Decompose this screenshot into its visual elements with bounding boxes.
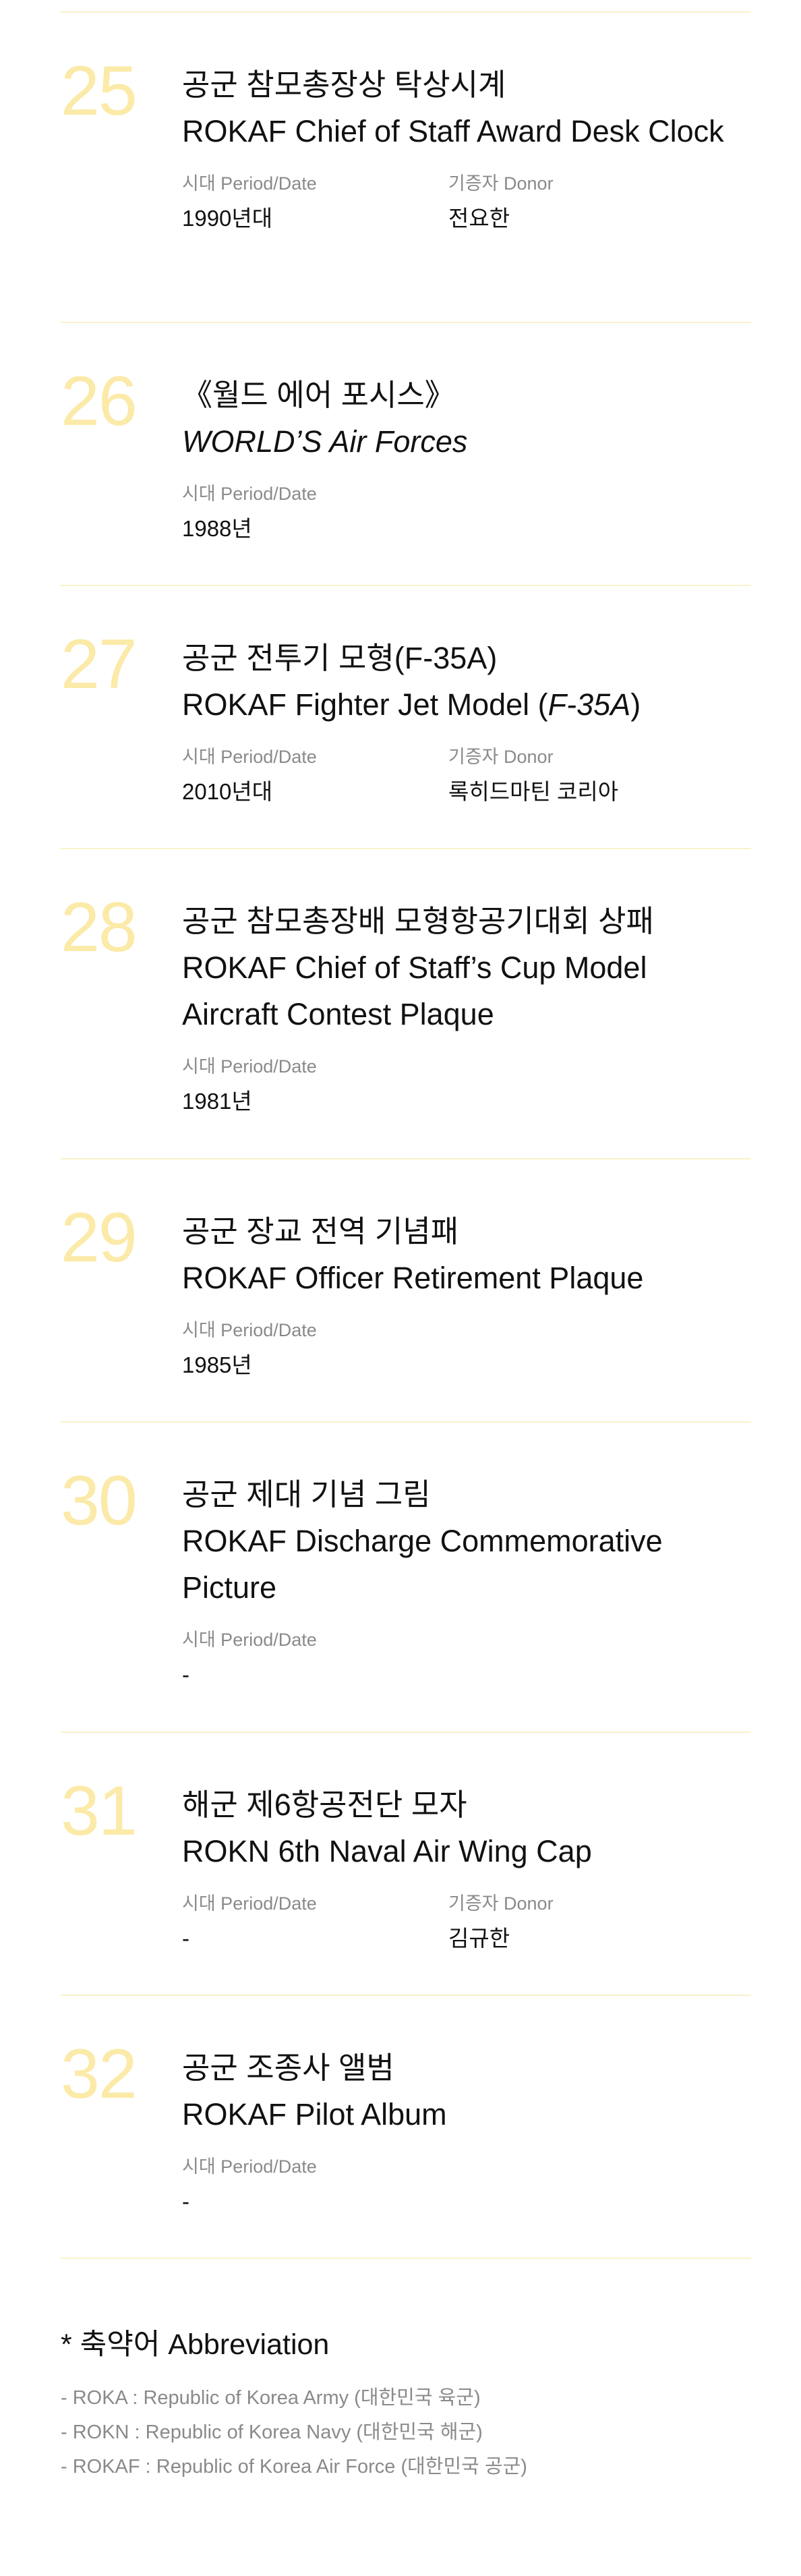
- item-content: 《월드 에어 포시스》 WORLD’S Air Forces 시대 Period…: [182, 372, 735, 546]
- donor-column: 기증자 Donor 록히드마틴 코리아: [448, 744, 715, 809]
- item-title-ko: 해군 제6항공전단 모자: [182, 1787, 467, 1822]
- donor-column: 기증자 Donor 김규한: [448, 1891, 715, 1955]
- list-item: 27 공군 전투기 모형(F-35A) ROKAF Fighter Jet Mo…: [61, 586, 751, 849]
- donor-label: 기증자 Donor: [448, 173, 554, 194]
- item-divider: [61, 2258, 751, 2259]
- item-number: 30: [61, 1462, 138, 1540]
- donor-value: 록히드마틴 코리아: [448, 779, 619, 804]
- period-label: 시대 Period/Date: [182, 484, 317, 504]
- item-meta: 시대 Period/Date 1985년: [182, 1317, 735, 1382]
- period-column: 시대 Period/Date -: [182, 2154, 448, 2219]
- period-label: 시대 Period/Date: [182, 1630, 317, 1650]
- period-column: 시대 Period/Date -: [182, 1891, 448, 1955]
- period-column: 시대 Period/Date 2010년대: [182, 744, 448, 809]
- item-content: 공군 장교 전역 기념패 ROKAF Officer Retirement Pl…: [182, 1208, 735, 1382]
- list-item: 30 공군 제대 기념 그림 ROKAF Discharge Commemora…: [61, 1423, 751, 1733]
- list-item: 26 《월드 에어 포시스》 WORLD’S Air Forces 시대 Per…: [61, 323, 751, 586]
- item-title-en: ROKAF Chief of Staff’s Cup Model Aircraf…: [182, 950, 647, 1031]
- abbreviation-section: * 축약어 Abbreviation - ROKA : Republic of …: [61, 2326, 751, 2484]
- period-column: 시대 Period/Date 1990년대: [182, 171, 448, 235]
- list-item: 25 공군 참모총장상 탁상시계 ROKAF Chief of Staff Aw…: [61, 13, 751, 323]
- item-meta: 시대 Period/Date 2010년대 기증자 Donor 록히드마틴 코리…: [182, 744, 735, 809]
- list-item: 28 공군 참모총장배 모형항공기대회 상패 ROKAF Chief of St…: [61, 849, 751, 1160]
- item-title-en: ROKAF Fighter Jet Model (F-35A): [182, 681, 735, 728]
- item-content: 공군 조종사 앨범 ROKAF Pilot Album 시대 Period/Da…: [182, 2044, 735, 2219]
- abbreviation-line: - ROKAF : Republic of Korea Air Force (대…: [61, 2456, 527, 2478]
- period-column: 시대 Period/Date 1988년: [182, 481, 448, 546]
- period-value: -: [182, 1662, 189, 1687]
- period-column: 시대 Period/Date 1985년: [182, 1317, 448, 1382]
- item-title-en-model: F-35A: [547, 687, 631, 722]
- item-meta: 시대 Period/Date -: [182, 1627, 735, 1692]
- item-title-ko: 공군 장교 전역 기념패: [182, 1214, 459, 1249]
- item-number: 27: [61, 625, 138, 704]
- list-item: 29 공군 장교 전역 기념패 ROKAF Officer Retirement…: [61, 1160, 751, 1423]
- item-number: 29: [61, 1199, 138, 1277]
- period-value: 1985년: [182, 1352, 252, 1377]
- donor-label: 기증자 Donor: [448, 747, 554, 767]
- item-content: 공군 참모총장배 모형항공기대회 상패 ROKAF Chief of Staff…: [182, 898, 735, 1118]
- period-label: 시대 Period/Date: [182, 1056, 317, 1077]
- item-title-en: ROKN 6th Naval Air Wing Cap: [182, 1834, 592, 1868]
- period-value: 2010년대: [182, 779, 273, 804]
- item-meta: 시대 Period/Date 1988년: [182, 481, 735, 546]
- item-title-ko: 공군 조종사 앨범: [182, 2051, 394, 2085]
- item-number: 31: [61, 1772, 138, 1850]
- donor-label: 기증자 Donor: [448, 1893, 554, 1914]
- item-title-en: ROKAF Officer Retirement Plaque: [182, 1261, 644, 1295]
- item-title-en: ROKAF Discharge Commemorative Picture: [182, 1524, 663, 1605]
- period-column: 시대 Period/Date 1981년: [182, 1054, 448, 1118]
- item-title-en-end: ): [630, 687, 641, 722]
- item-title-ko: 공군 제대 기념 그림: [182, 1477, 431, 1512]
- period-value: 1990년대: [182, 206, 273, 231]
- item-number: 32: [61, 2035, 138, 2113]
- item-title-en-italic: WORLD’S Air Forces: [182, 424, 468, 459]
- period-label: 시대 Period/Date: [182, 1320, 317, 1340]
- item-title-en-start: ROKAF Fighter Jet Model (: [182, 687, 548, 722]
- item-title-ko: 공군 전투기 모형(F-35A): [182, 641, 498, 675]
- item-title-ko: 공군 참모총장상 탁상시계: [182, 67, 506, 102]
- item-title-en: ROKAF Pilot Album: [182, 2097, 447, 2131]
- item-content: 공군 제대 기념 그림 ROKAF Discharge Commemorativ…: [182, 1471, 735, 1692]
- period-label: 시대 Period/Date: [182, 1893, 317, 1914]
- item-title-en: ROKAF Chief of Staff Award Desk Clock: [182, 114, 724, 148]
- period-value: 1988년: [182, 516, 252, 541]
- list-item: 32 공군 조종사 앨범 ROKAF Pilot Album 시대 Period…: [61, 1996, 751, 2259]
- item-meta: 시대 Period/Date - 기증자 Donor 김규한: [182, 1891, 735, 1955]
- item-meta: 시대 Period/Date -: [182, 2154, 735, 2219]
- abbreviation-title: * 축약어 Abbreviation: [61, 2328, 330, 2361]
- item-title-ko: 공군 참모총장배 모형항공기대회 상패: [182, 904, 654, 938]
- item-content: 해군 제6항공전단 모자 ROKN 6th Naval Air Wing Cap…: [182, 1781, 735, 1955]
- item-content: 공군 참모총장상 탁상시계 ROKAF Chief of Staff Award…: [182, 61, 735, 235]
- item-number: 28: [61, 888, 138, 967]
- item-meta: 시대 Period/Date 1990년대 기증자 Donor 전요한: [182, 171, 735, 235]
- period-label: 시대 Period/Date: [182, 173, 317, 194]
- item-number: 26: [61, 362, 138, 440]
- item-meta: 시대 Period/Date 1981년: [182, 1054, 735, 1118]
- item-title-ko: 《월드 에어 포시스》: [182, 378, 455, 412]
- donor-value: 김규한: [448, 1926, 510, 1951]
- period-value: -: [182, 2189, 189, 2214]
- list-item: 31 해군 제6항공전단 모자 ROKN 6th Naval Air Wing …: [61, 1733, 751, 1996]
- item-title-en: WORLD’S Air Forces: [182, 418, 735, 465]
- donor-value: 전요한: [448, 206, 510, 231]
- abbreviation-line: - ROKA : Republic of Korea Army (대한민국 육군…: [61, 2387, 481, 2409]
- period-label: 시대 Period/Date: [182, 747, 317, 767]
- item-content: 공군 전투기 모형(F-35A) ROKAF Fighter Jet Model…: [182, 635, 735, 809]
- item-number: 25: [61, 52, 138, 130]
- donor-column: 기증자 Donor 전요한: [448, 171, 715, 235]
- period-label: 시대 Period/Date: [182, 2156, 317, 2177]
- period-column: 시대 Period/Date -: [182, 1627, 448, 1692]
- abbreviation-line: - ROKN : Republic of Korea Navy (대한민국 해군…: [61, 2422, 483, 2443]
- period-value: 1981년: [182, 1089, 252, 1114]
- period-value: -: [182, 1926, 189, 1951]
